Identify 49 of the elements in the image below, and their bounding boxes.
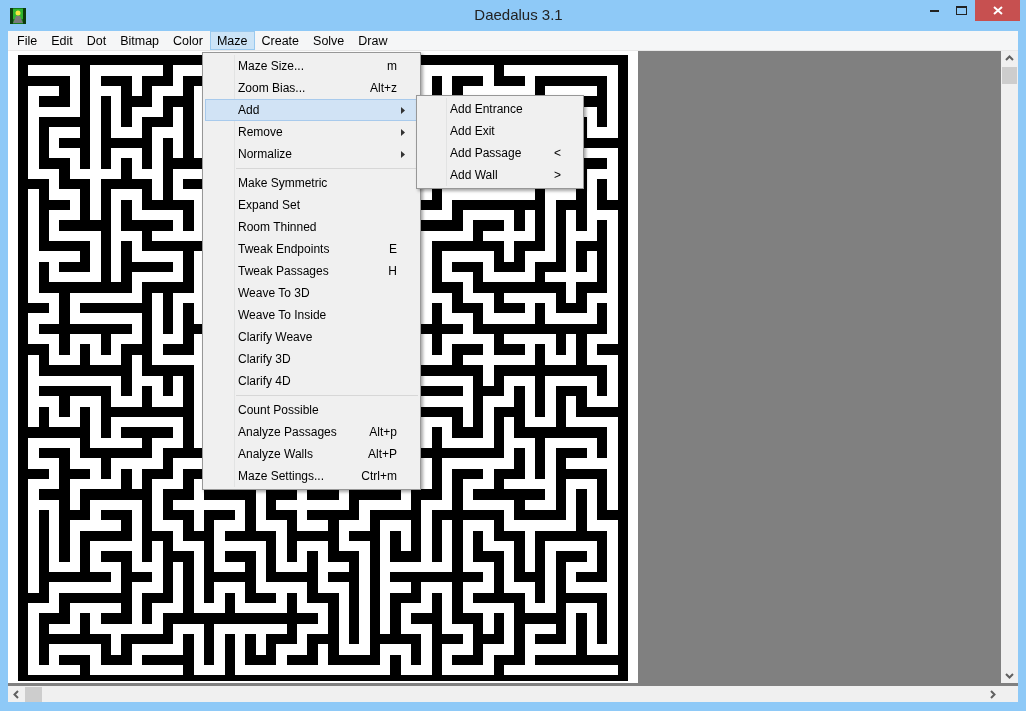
scroll-down-icon bbox=[1005, 673, 1014, 679]
close-button[interactable] bbox=[975, 0, 1020, 21]
menu-item[interactable]: Weave To Inside bbox=[205, 304, 418, 326]
menu-bar-item[interactable]: Create bbox=[254, 31, 307, 50]
vertical-scrollbar[interactable] bbox=[1001, 51, 1018, 683]
menu-item[interactable]: Make Symmetric bbox=[205, 172, 418, 194]
window-title: Daedalus 3.1 bbox=[474, 6, 563, 24]
scroll-up-icon bbox=[1005, 55, 1014, 61]
menu-item[interactable]: Remove bbox=[205, 121, 418, 143]
maximize-icon bbox=[956, 6, 967, 15]
menu-item[interactable]: Maze Settings... Ctrl+m bbox=[205, 465, 418, 487]
menu-item[interactable]: Add Wall > bbox=[419, 164, 581, 186]
menu-item[interactable]: Tweak Passages H bbox=[205, 260, 418, 282]
menu-bar-item[interactable]: Maze bbox=[209, 31, 255, 50]
menu-bar-item[interactable]: Bitmap bbox=[113, 31, 167, 50]
scroll-left-icon bbox=[13, 689, 19, 699]
app-icon bbox=[10, 7, 26, 24]
menu-item[interactable]: Normalize bbox=[205, 143, 418, 165]
menu-item[interactable]: Clarify 4D bbox=[205, 370, 418, 392]
menu-item[interactable]: Clarify 3D bbox=[205, 348, 418, 370]
menu-bar-item[interactable]: Edit bbox=[44, 31, 80, 50]
menu-item[interactable]: Add Entrance bbox=[419, 98, 581, 120]
menu-bar-item[interactable]: Solve bbox=[306, 31, 352, 50]
menu-item[interactable]: Expand Set bbox=[205, 194, 418, 216]
menu-bar-item[interactable]: File bbox=[10, 31, 45, 50]
menu-item[interactable]: Add Exit bbox=[419, 120, 581, 142]
menu-item[interactable]: Maze Size... m bbox=[205, 55, 418, 77]
menu-bar-item[interactable]: Draw bbox=[351, 31, 395, 50]
horizontal-scrollbar[interactable] bbox=[8, 683, 1018, 702]
menu-item[interactable]: Clarify Weave bbox=[205, 326, 418, 348]
menu-item[interactable]: Zoom Bias... Alt+z bbox=[205, 77, 418, 99]
menu-item[interactable]: Count Possible bbox=[205, 399, 418, 421]
menu-item[interactable]: Tweak Endpoints E bbox=[205, 238, 418, 260]
menu-item[interactable]: Add Passage < bbox=[419, 142, 581, 164]
submenu-arrow-icon bbox=[401, 150, 405, 158]
scrollbar-thumb[interactable] bbox=[25, 686, 42, 702]
menu-item[interactable]: Room Thinned bbox=[205, 216, 418, 238]
menu-item[interactable]: Weave To 3D bbox=[205, 282, 418, 304]
menu-item[interactable]: Analyze Passages Alt+p bbox=[205, 421, 418, 443]
close-icon bbox=[992, 6, 1003, 15]
scrollbar-thumb[interactable] bbox=[1002, 67, 1017, 84]
menu-bar-item[interactable]: Color bbox=[166, 31, 210, 50]
menu-item[interactable]: Add bbox=[205, 99, 418, 121]
minimize-icon bbox=[930, 9, 939, 12]
scroll-right-icon bbox=[990, 689, 996, 699]
submenu-arrow-icon bbox=[401, 128, 405, 136]
menu-item[interactable]: Analyze Walls Alt+P bbox=[205, 443, 418, 465]
menu-bar-item[interactable]: Dot bbox=[79, 31, 114, 50]
submenu-arrow-icon bbox=[401, 106, 405, 114]
